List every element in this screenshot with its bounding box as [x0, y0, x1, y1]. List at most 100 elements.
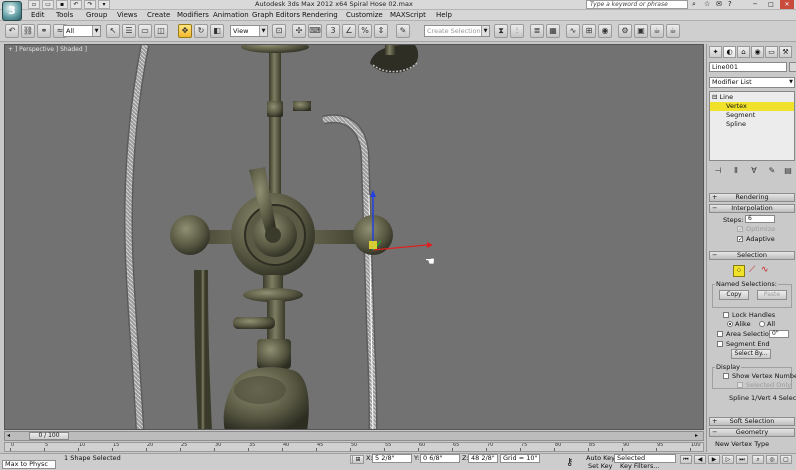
y-coord-field[interactable]: 0 6/8" — [420, 454, 460, 463]
project-folder-icon[interactable]: ▾ — [98, 0, 110, 9]
rendering-rollout[interactable]: + Rendering — [709, 193, 795, 202]
area-selection-spinner[interactable]: 0" — [769, 330, 789, 338]
snaps-toggle-icon[interactable]: 3 — [326, 24, 340, 38]
spline-subobject-icon[interactable]: ∿ — [761, 265, 769, 275]
make-unique-icon[interactable]: ∀ — [747, 165, 761, 177]
keyboard-shortcut-override-icon[interactable]: ⌨ — [308, 24, 322, 38]
render-setup-icon[interactable]: ⚙ — [618, 24, 632, 38]
set-key-mode-icon[interactable]: ⚷ — [566, 457, 573, 468]
go-to-start-icon[interactable]: ⏮ — [680, 455, 692, 464]
communication-icon[interactable]: ✉ — [716, 0, 722, 8]
edit-named-selection-icon[interactable]: ✎ — [396, 24, 410, 38]
selection-rollout[interactable]: − Selection — [709, 251, 795, 260]
new-file-icon[interactable]: ▫ — [28, 0, 40, 9]
selected-only-checkbox[interactable] — [737, 382, 743, 388]
geometry-rollout[interactable]: − Geometry — [709, 428, 795, 437]
vertex-subobject-icon[interactable]: ⁘ — [733, 265, 745, 277]
steps-spinner[interactable]: 6 — [745, 215, 775, 223]
go-to-end-icon[interactable]: ⏭ — [736, 455, 748, 464]
layer-manager-icon[interactable]: ≣ — [530, 24, 544, 38]
alike-radio[interactable] — [727, 321, 733, 327]
stack-item-vertex[interactable]: Vertex — [710, 102, 794, 111]
rectangular-selection-icon[interactable]: ▭ — [138, 24, 152, 38]
maximize-button[interactable]: □ — [764, 0, 778, 9]
object-name-field[interactable]: Line001 — [709, 62, 787, 72]
menu-group[interactable]: Group — [86, 10, 107, 21]
select-by-button[interactable]: Select By... — [731, 349, 771, 359]
application-logo-icon[interactable]: 3 — [2, 1, 22, 21]
percent-snap-icon[interactable]: % — [358, 24, 372, 38]
remove-modifier-icon[interactable]: ✎ — [765, 165, 779, 177]
optimize-checkbox[interactable]: ✓ — [737, 226, 743, 233]
material-editor-icon[interactable]: ◉ — [598, 24, 612, 38]
adaptive-checkbox[interactable]: ✓ — [737, 236, 743, 243]
redo-icon[interactable]: ↷ — [84, 0, 96, 9]
previous-frame-icon[interactable]: ◀ — [694, 455, 706, 464]
show-vertex-numbers-checkbox[interactable] — [723, 373, 729, 379]
segment-end-checkbox[interactable] — [717, 341, 723, 347]
subscription-icon[interactable]: ☆ — [704, 0, 710, 8]
viewport-scene[interactable] — [5, 45, 704, 430]
interpolation-rollout[interactable]: − Interpolation — [709, 204, 795, 213]
select-and-scale-icon[interactable]: ◧ — [210, 24, 224, 38]
menu-views[interactable]: Views — [117, 10, 137, 21]
undo-tool-icon[interactable]: ↶ — [5, 24, 19, 38]
render-iterative-icon[interactable]: ☕ — [666, 24, 680, 38]
soft-selection-rollout[interactable]: + Soft Selection — [709, 417, 795, 426]
select-object-icon[interactable]: ↖ — [106, 24, 120, 38]
menu-maxscript[interactable]: MAXScript — [390, 10, 426, 21]
display-tab-icon[interactable]: ▭ — [765, 46, 778, 58]
minimize-button[interactable]: ─ — [748, 0, 762, 9]
search-input[interactable]: Type a keyword or phrase — [586, 0, 688, 9]
zoom-icon[interactable]: ⌕ — [752, 455, 764, 464]
z-coord-field[interactable]: 48 2/8" — [468, 454, 498, 463]
menu-customize[interactable]: Customize — [346, 10, 383, 21]
menu-graph-editors[interactable]: Graph Editors — [252, 10, 300, 21]
render-production-icon[interactable]: ☕ — [650, 24, 664, 38]
curve-editor-icon[interactable]: ∿ — [566, 24, 580, 38]
menu-rendering[interactable]: Rendering — [302, 10, 338, 21]
hierarchy-tab-icon[interactable]: ⌂ — [737, 46, 750, 58]
spinner-snap-icon[interactable]: ⇕ — [374, 24, 388, 38]
x-coord-field[interactable]: 5 2/8" — [372, 454, 412, 463]
select-and-link-icon[interactable]: ⛓ — [21, 24, 35, 38]
undo-icon[interactable]: ↶ — [70, 0, 82, 9]
viewport-label-menu[interactable]: + ] Perspective ] Shaded ] — [8, 46, 87, 53]
named-selection-sets-dropdown[interactable]: Create Selection Se ▼ — [424, 25, 490, 37]
all-radio[interactable] — [759, 321, 765, 327]
modify-tab-icon[interactable]: ◐ — [723, 46, 736, 58]
select-and-move-icon[interactable]: ✥ — [178, 24, 192, 38]
help-icon[interactable]: ? — [728, 0, 732, 8]
paste-button[interactable]: Paste — [757, 290, 787, 300]
orbit-icon[interactable]: ◎ — [766, 455, 778, 464]
menu-edit[interactable]: Edit — [31, 10, 45, 21]
track-bar[interactable]: 0 5 10 15 20 25 30 35 40 45 50 55 60 65 70 75 80 85 90 95 10… — [4, 442, 704, 452]
modifier-list-dropdown[interactable]: Modifier List ▼ — [709, 77, 795, 88]
stack-item-spline[interactable]: Spline — [710, 120, 794, 129]
object-color-swatch[interactable] — [789, 62, 796, 72]
graphite-modeling-tools-icon[interactable]: ▦ — [546, 24, 560, 38]
rendered-frame-window-icon[interactable]: ▣ — [634, 24, 648, 38]
menu-tools[interactable]: Tools — [56, 10, 73, 21]
unlink-selection-icon[interactable]: ⚭ — [37, 24, 51, 38]
utilities-tab-icon[interactable]: ⚒ — [779, 46, 792, 58]
segment-subobject-icon[interactable]: ⟋ — [749, 265, 755, 275]
motion-tab-icon[interactable]: ◉ — [751, 46, 764, 58]
open-icon[interactable]: ▭ — [42, 0, 54, 9]
lock-handles-checkbox[interactable] — [723, 312, 729, 318]
reference-coordinate-dropdown[interactable]: View ▼ — [230, 25, 268, 37]
stack-item-segment[interactable]: Segment — [710, 111, 794, 120]
menu-help[interactable]: Help — [436, 10, 452, 21]
pin-stack-icon[interactable]: ⊣ — [711, 165, 725, 177]
schematic-view-icon[interactable]: ⊞ — [582, 24, 596, 38]
close-button[interactable]: ✕ — [780, 0, 794, 9]
select-and-manipulate-icon[interactable]: ✣ — [292, 24, 306, 38]
absolute-offset-toggle-icon[interactable]: ⊞ — [352, 455, 364, 464]
area-selection-checkbox[interactable] — [717, 331, 723, 337]
align-icon[interactable]: ⫶ — [510, 24, 524, 38]
show-end-result-icon[interactable]: Ⅱ — [729, 165, 743, 177]
search-icon[interactable]: ⌕ — [692, 0, 696, 9]
select-by-name-icon[interactable]: ☰ — [122, 24, 136, 38]
maxscript-listener-field[interactable]: Max to Physc — [2, 460, 56, 469]
prev-frame-icon[interactable]: ◂ — [7, 432, 10, 439]
